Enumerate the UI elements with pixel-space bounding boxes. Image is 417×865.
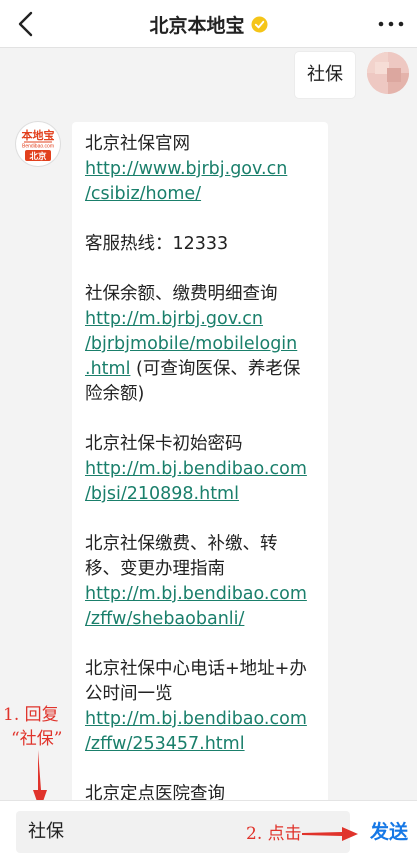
block-title: 北京社保卡初始密码 <box>85 434 243 454</box>
user-avatar[interactable] <box>367 52 409 94</box>
right-arrow-icon <box>302 827 358 841</box>
balance-note: (可查询医保、养老保 <box>130 359 301 379</box>
block-title: 公时间一览 <box>85 684 173 704</box>
link-line: http://m.bjrbj.gov.cn <box>85 309 264 329</box>
top-bar: 北京本地宝 <box>0 0 417 48</box>
block-title: 北京社保缴费、补缴、转 <box>85 534 278 554</box>
avatar-image <box>367 52 409 94</box>
link-line: /zffw/253457.html <box>85 734 245 754</box>
block-title: 北京社保中心电话+地址+办 <box>85 659 307 679</box>
reply-step-line1: 1. 回复 <box>3 705 59 725</box>
send-button[interactable]: 发送 <box>366 811 412 853</box>
bot-avatar[interactable]: 本地宝 Bendibao.com 北京 <box>16 122 60 166</box>
more-button[interactable] <box>373 6 409 42</box>
initial-password-link[interactable]: http://m.bj.bendibao.com/bjsi/210898.htm… <box>85 457 316 507</box>
link-line: http://m.bj.bendibao.com <box>85 459 307 479</box>
more-dots-icon <box>378 21 404 27</box>
bendibao-logo: 本地宝 Bendibao.com 北京 <box>22 128 55 161</box>
block-title: 北京社保官网 <box>85 134 190 154</box>
user-message-bubble: 社保 <box>295 52 355 98</box>
block-title: 移、变更办理指南 <box>85 559 225 579</box>
bot-message-bubble: 北京社保官网 http://www.bjrbj.gov.cn/csibiz/ho… <box>72 122 328 822</box>
link-line: http://m.bj.bendibao.com <box>85 584 307 604</box>
center-contact-link[interactable]: http://m.bj.bendibao.com/zffw/253457.htm… <box>85 707 316 757</box>
back-button[interactable] <box>8 6 44 42</box>
link-line: /csibiz/home/ <box>85 184 202 204</box>
svg-text:本地宝: 本地宝 <box>22 128 55 142</box>
link-line: /zffw/shebaobanli/ <box>85 609 245 629</box>
link-line: /bjsi/210898.html <box>85 484 239 504</box>
info-block-official-site: 北京社保官网 http://www.bjrbj.gov.cn/csibiz/ho… <box>85 132 316 207</box>
info-block-center-contact: 北京社保中心电话+地址+办 公时间一览 http://m.bj.bendibao… <box>85 657 316 757</box>
chat-screen: 北京本地宝 社保 本地宝 Bendibao.com 北京 北京社保官网 http… <box>0 0 417 865</box>
user-message-row: 社保 <box>295 52 409 98</box>
back-chevron-icon <box>18 11 33 37</box>
info-block-payment-guide: 北京社保缴费、补缴、转 移、变更办理指南 http://m.bj.bendiba… <box>85 532 316 632</box>
block-title: 社保余额、缴费明细查询 <box>85 284 278 304</box>
svg-text:北京: 北京 <box>29 151 47 161</box>
info-block-balance-query: 社保余额、缴费明细查询 http://m.bjrbj.gov.cn/bjrbjm… <box>85 282 316 407</box>
click-step-annotation: 2. 点击 <box>246 824 302 844</box>
reply-step-annotation: 1. 回复 “社保” <box>3 703 62 751</box>
link-line: http://m.bj.bendibao.com <box>85 709 307 729</box>
link-line: .html <box>85 359 131 379</box>
payment-guide-link[interactable]: http://m.bj.bendibao.com/zffw/shebaobanl… <box>85 582 316 632</box>
link-line: /bjrbjmobile/mobilelogin <box>85 334 298 354</box>
page-title: 北京本地宝 <box>149 14 245 37</box>
hotline-text: 客服热线：12333 <box>85 234 229 254</box>
link-line: http://www.bjrbj.gov.cn <box>85 159 288 179</box>
info-block-initial-password: 北京社保卡初始密码 http://m.bj.bendibao.com/bjsi/… <box>85 432 316 507</box>
svg-text:Bendibao.com: Bendibao.com <box>22 144 54 150</box>
info-block-hotline: 客服热线：12333 <box>85 232 316 257</box>
reply-step-line2: “社保” <box>11 729 63 749</box>
header-title-area: 北京本地宝 <box>0 0 417 48</box>
balance-note-line2: 险余额) <box>85 384 145 404</box>
official-site-link[interactable]: http://www.bjrbj.gov.cn/csibiz/home/ <box>85 157 316 207</box>
verified-badge-icon <box>251 16 268 33</box>
